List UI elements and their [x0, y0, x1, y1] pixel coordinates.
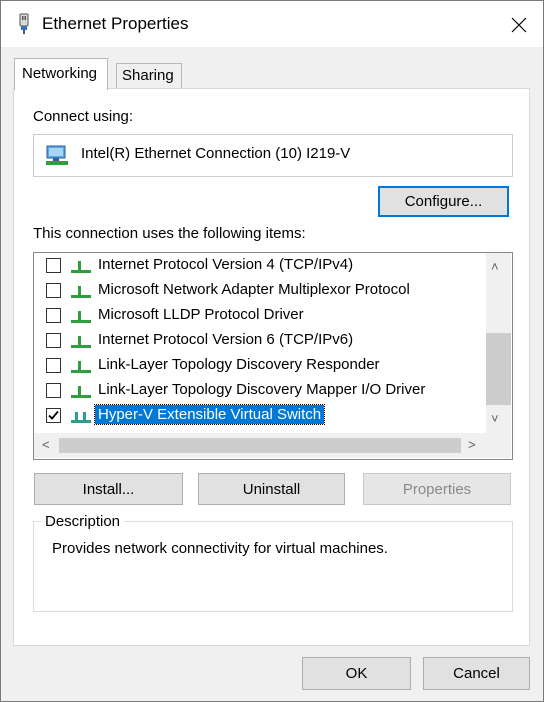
list-item[interactable]: Internet Protocol Version 6 (TCP/IPv6): [34, 328, 486, 353]
connect-using-label: Connect using:: [33, 108, 134, 125]
ok-button[interactable]: OK: [302, 657, 411, 690]
tab-networking[interactable]: Networking: [14, 58, 108, 90]
properties-button-label: Properties: [402, 480, 472, 498]
list-item[interactable]: Microsoft Network Adapter Multiplexor Pr…: [34, 278, 486, 303]
uninstall-button-label: Uninstall: [242, 480, 301, 498]
network-protocol-icon: [71, 336, 91, 348]
list-item[interactable]: Internet Protocol Version 4 (TCP/IPv4): [34, 253, 486, 278]
window-title: Ethernet Properties: [42, 14, 189, 33]
adapter-field: Intel(R) Ethernet Connection (10) I219-V: [33, 134, 513, 177]
scroll-right-icon[interactable]: ˃: [468, 437, 476, 452]
cancel-button[interactable]: Cancel: [423, 657, 530, 690]
scrollbar-corner: [486, 433, 511, 458]
ok-button-label: OK: [345, 665, 368, 682]
item-checkbox[interactable]: [46, 308, 61, 323]
list-item-label: Hyper-V Extensible Virtual Switch: [93, 404, 326, 425]
horizontal-scrollbar-thumb[interactable]: [59, 438, 461, 453]
properties-button[interactable]: Properties: [363, 473, 511, 505]
list-item[interactable]: Link-Layer Topology Discovery Responder: [34, 353, 486, 378]
items-heading: This connection uses the following items…: [33, 225, 306, 242]
items-list[interactable]: Internet Protocol Version 4 (TCP/IPv4) M…: [33, 252, 513, 460]
description-title: Description: [41, 513, 125, 530]
description-group: [33, 521, 513, 612]
item-checkbox[interactable]: [46, 283, 61, 298]
close-icon: [511, 17, 527, 33]
list-item-label: Internet Protocol Version 6 (TCP/IPv6): [98, 331, 354, 348]
network-protocol-icon: [71, 261, 91, 273]
network-card-icon: [45, 144, 69, 171]
uninstall-button[interactable]: Uninstall: [198, 473, 345, 505]
scroll-up-icon[interactable]: ˄: [491, 259, 499, 274]
close-button[interactable]: [495, 2, 543, 48]
vertical-scrollbar-thumb[interactable]: [486, 333, 511, 405]
item-checkbox[interactable]: [46, 358, 61, 373]
tab-networking-label: Networking: [22, 65, 98, 82]
list-item-label: Microsoft Network Adapter Multiplexor Pr…: [98, 281, 410, 298]
install-button-label: Install...: [82, 480, 135, 498]
scroll-left-icon[interactable]: ˂: [42, 437, 50, 452]
configure-button-label: Configure...: [404, 193, 483, 210]
cancel-button-label: Cancel: [453, 665, 500, 682]
tab-sharing[interactable]: Sharing: [116, 63, 182, 89]
tab-sharing-label: Sharing: [122, 67, 174, 84]
item-checkbox[interactable]: [46, 383, 61, 398]
list-item-label: Link-Layer Topology Discovery Responder: [98, 356, 380, 373]
install-button[interactable]: Install...: [34, 473, 183, 505]
list-item-label: Internet Protocol Version 4 (TCP/IPv4): [98, 256, 354, 273]
list-item-label: Microsoft LLDP Protocol Driver: [98, 306, 304, 323]
item-checkbox[interactable]: [46, 333, 61, 348]
virtual-switch-icon: [71, 412, 91, 423]
list-item-selected[interactable]: Hyper-V Extensible Virtual Switch: [34, 403, 486, 428]
item-checkbox-checked[interactable]: [46, 408, 61, 423]
title-bar: Ethernet Properties: [1, 1, 543, 47]
scroll-down-icon[interactable]: ˅: [491, 411, 499, 426]
configure-button[interactable]: Configure...: [378, 186, 509, 217]
network-protocol-icon: [71, 361, 91, 373]
network-protocol-icon: [71, 386, 91, 398]
network-adapter-icon: [16, 13, 32, 35]
checkmark-icon: [48, 410, 59, 420]
list-item[interactable]: Link-Layer Topology Discovery Mapper I/O…: [34, 378, 486, 403]
item-checkbox[interactable]: [46, 258, 61, 273]
network-protocol-icon: [71, 286, 91, 298]
list-item[interactable]: Microsoft LLDP Protocol Driver: [34, 303, 486, 328]
description-text: Provides network connectivity for virtua…: [52, 540, 388, 557]
network-protocol-icon: [71, 311, 91, 323]
list-item-label: Link-Layer Topology Discovery Mapper I/O…: [98, 381, 426, 398]
adapter-name: Intel(R) Ethernet Connection (10) I219-V: [81, 145, 351, 162]
